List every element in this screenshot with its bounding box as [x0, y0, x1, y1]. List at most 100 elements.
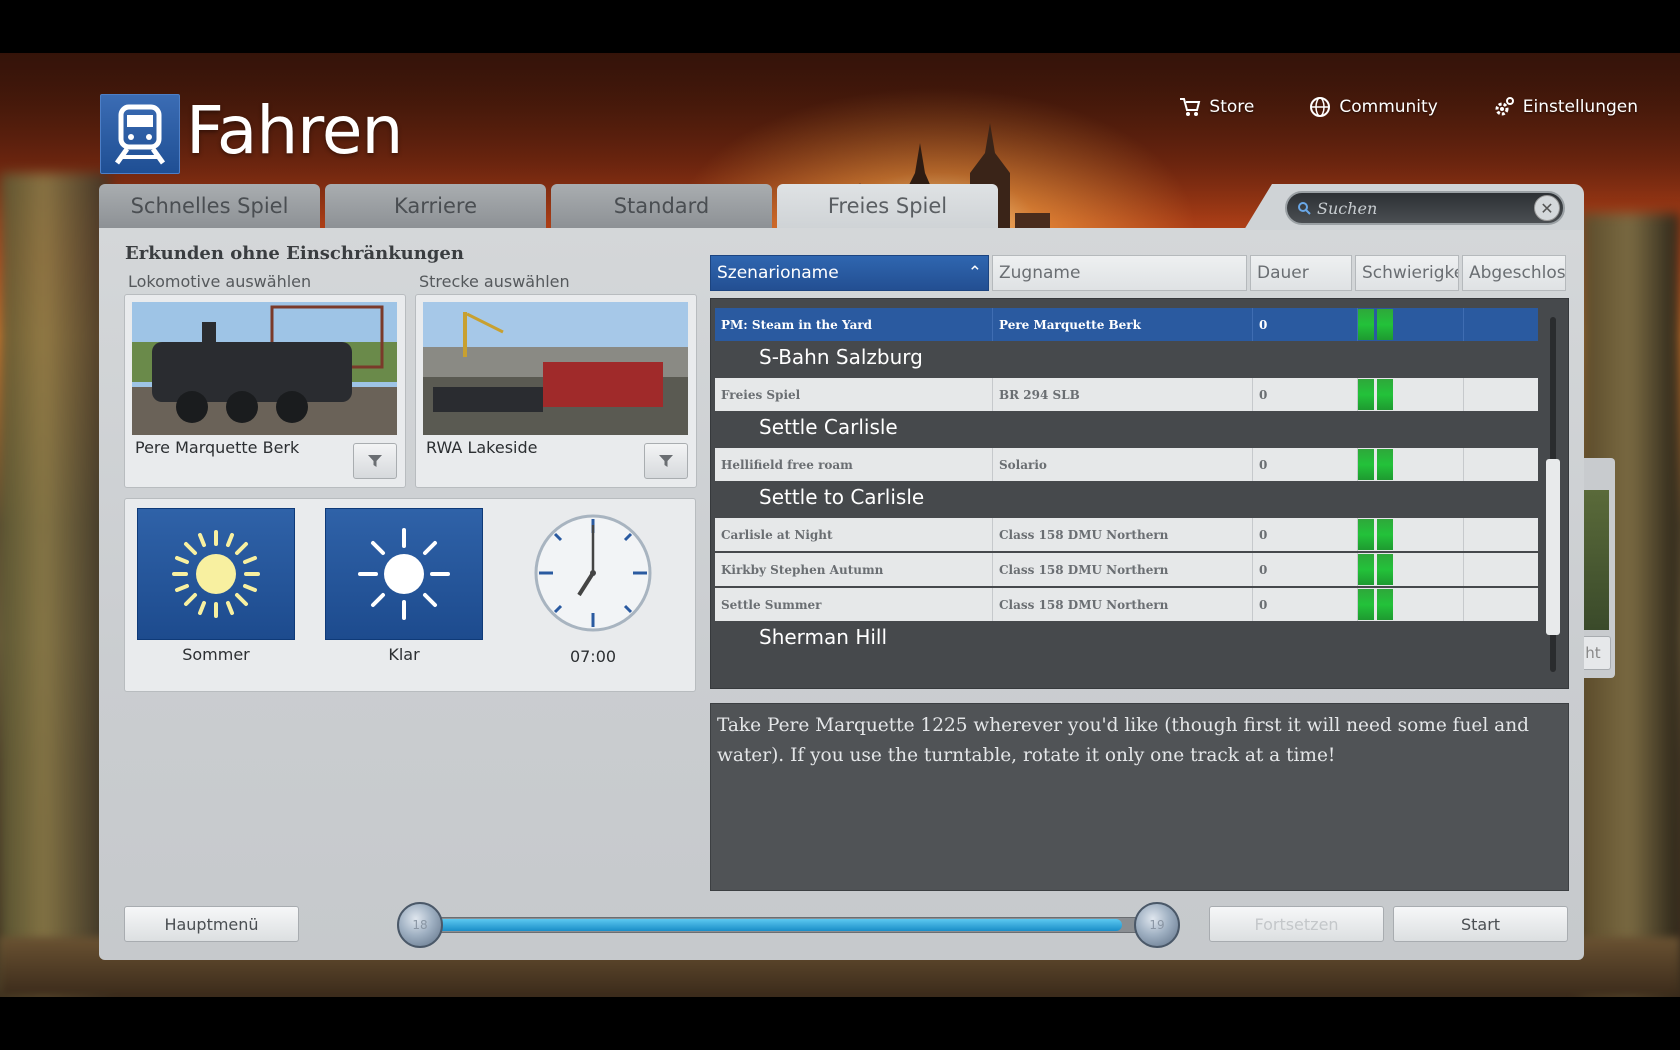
column-scenario-name[interactable]: Szenarioname ⌃	[710, 255, 989, 291]
progress-slider-fill	[421, 919, 1123, 931]
route-image	[423, 302, 688, 435]
difficulty-bar	[1377, 554, 1393, 585]
duration-cell: 0	[1253, 518, 1358, 551]
settings-link[interactable]: Einstellungen	[1493, 96, 1638, 118]
completed-cell	[1464, 518, 1538, 551]
table-row[interactable]: Hellifield free roam Solario 0	[715, 448, 1538, 481]
tab-standard[interactable]: Standard	[551, 184, 772, 228]
progress-slider-track[interactable]	[420, 917, 1160, 933]
filter-icon	[368, 455, 382, 467]
scenario-table-header: Szenarioname ⌃ Zugname Dauer Schwierigke…	[710, 255, 1566, 291]
search-input[interactable]: Suchen ✕	[1285, 191, 1565, 225]
store-link-label: Store	[1209, 97, 1255, 117]
table-row[interactable]: Kirkby Stephen Autumn Class 158 DMU Nort…	[715, 553, 1538, 586]
difficulty-bar	[1358, 379, 1374, 410]
difficulty-bar	[1377, 589, 1393, 620]
duration-cell: 0	[1253, 588, 1358, 621]
difficulty-cell	[1358, 308, 1464, 341]
completed-cell	[1464, 553, 1538, 586]
route-filter-button[interactable]	[644, 443, 688, 479]
table-row[interactable]: PM: Steam in the Yard Pere Marquette Ber…	[715, 308, 1538, 341]
table-row[interactable]: Settle Summer Class 158 DMU Northern 0	[715, 588, 1538, 621]
community-link-label: Community	[1339, 97, 1438, 117]
loco-filter-button[interactable]	[353, 443, 397, 479]
tab-free-roam[interactable]: Freies Spiel	[777, 184, 998, 228]
continue-button[interactable]: Fortsetzen	[1209, 906, 1384, 942]
train-cell: BR 294 SLB	[993, 378, 1253, 411]
route-name: RWA Lakeside	[426, 438, 538, 457]
slider-start-knob[interactable]: 18	[397, 902, 443, 948]
season-label: Sommer	[182, 645, 250, 664]
scenario-cell: Carlisle at Night	[715, 518, 993, 551]
difficulty-bar	[1358, 449, 1374, 480]
difficulty-cell	[1358, 448, 1464, 481]
slider-end-knob[interactable]: 19	[1134, 902, 1180, 948]
top-nav: Store Community Einstellungen	[1179, 96, 1638, 118]
column-train-name[interactable]: Zugname	[992, 255, 1247, 291]
route-card[interactable]: RWA Lakeside	[415, 294, 697, 488]
duration-cell: 0	[1253, 553, 1358, 586]
column-completed[interactable]: Abgeschlos	[1462, 255, 1566, 291]
group-header: Sherman Hill	[759, 625, 888, 649]
sun-clear-icon	[358, 528, 450, 620]
season-tile[interactable]	[137, 508, 295, 640]
difficulty-bar	[1358, 554, 1374, 585]
loco-card[interactable]: Pere Marquette Berk	[124, 294, 406, 488]
duration-cell: 0	[1253, 308, 1358, 341]
table-row[interactable]: Carlisle at Night Class 158 DMU Northern…	[715, 518, 1538, 551]
difficulty-bar	[1358, 519, 1374, 550]
close-icon: ✕	[1540, 198, 1554, 218]
route-select-label: Strecke auswählen	[419, 272, 570, 291]
store-link[interactable]: Store	[1179, 96, 1254, 118]
train-cell: Pere Marquette Berk	[993, 308, 1253, 341]
settings-link-label: Einstellungen	[1522, 97, 1638, 117]
community-link[interactable]: Community	[1309, 96, 1438, 118]
duration-cell: 0	[1253, 448, 1358, 481]
main-menu-button[interactable]: Hauptmenü	[124, 906, 299, 942]
scrollbar-thumb[interactable]	[1546, 459, 1560, 635]
difficulty-cell	[1358, 588, 1464, 621]
weather-tile[interactable]	[325, 508, 483, 640]
difficulty-cell	[1358, 553, 1464, 586]
app-logo	[100, 94, 180, 174]
difficulty-cell	[1358, 378, 1464, 411]
table-row[interactable]: Freies Spiel BR 294 SLB 0	[715, 378, 1538, 411]
train-cell: Class 158 DMU Northern	[993, 518, 1253, 551]
loco-name: Pere Marquette Berk	[135, 438, 300, 457]
filter-icon	[659, 455, 673, 467]
tab-career[interactable]: Karriere	[325, 184, 546, 228]
blurred-landscape-left	[0, 173, 110, 997]
completed-cell	[1464, 378, 1538, 411]
start-button[interactable]: Start	[1393, 906, 1568, 942]
column-duration[interactable]: Dauer	[1250, 255, 1352, 291]
group-header: Settle Carlisle	[759, 415, 898, 439]
train-cell: Solario	[993, 448, 1253, 481]
column-difficulty[interactable]: Schwierigke	[1355, 255, 1459, 291]
difficulty-cell	[1358, 518, 1464, 551]
scenario-cell: Settle Summer	[715, 588, 993, 621]
mode-tabs: Schnelles Spiel Karriere Standard Freies…	[99, 184, 998, 228]
search-icon	[1298, 202, 1311, 215]
globe-icon	[1310, 97, 1331, 117]
clock-icon[interactable]	[533, 513, 653, 633]
gear-icon	[1495, 97, 1514, 116]
clear-search-button[interactable]: ✕	[1534, 195, 1560, 221]
difficulty-bar	[1358, 309, 1374, 340]
locomotive-image	[132, 302, 397, 435]
cart-icon	[1180, 98, 1201, 116]
group-header: S-Bahn Salzburg	[759, 345, 923, 369]
train-cell: Class 158 DMU Northern	[993, 553, 1253, 586]
scenario-description: Take Pere Marquette 1225 wherever you'd …	[710, 703, 1569, 891]
time-label: 07:00	[569, 647, 617, 666]
train-icon	[114, 104, 166, 165]
tab-quick-game[interactable]: Schnelles Spiel	[99, 184, 320, 228]
difficulty-bar	[1377, 379, 1393, 410]
scenario-cell: Freies Spiel	[715, 378, 993, 411]
scenario-list[interactable]: PM: Steam in the Yard Pere Marquette Ber…	[710, 298, 1569, 689]
loco-select-label: Lokomotive auswählen	[128, 272, 312, 291]
page-title: Fahren	[186, 92, 403, 169]
scenario-cell: Hellifield free roam	[715, 448, 993, 481]
weather-label: Klar	[388, 645, 420, 664]
completed-cell	[1464, 588, 1538, 621]
column-scenario-name-label: Szenarioname	[717, 263, 839, 283]
